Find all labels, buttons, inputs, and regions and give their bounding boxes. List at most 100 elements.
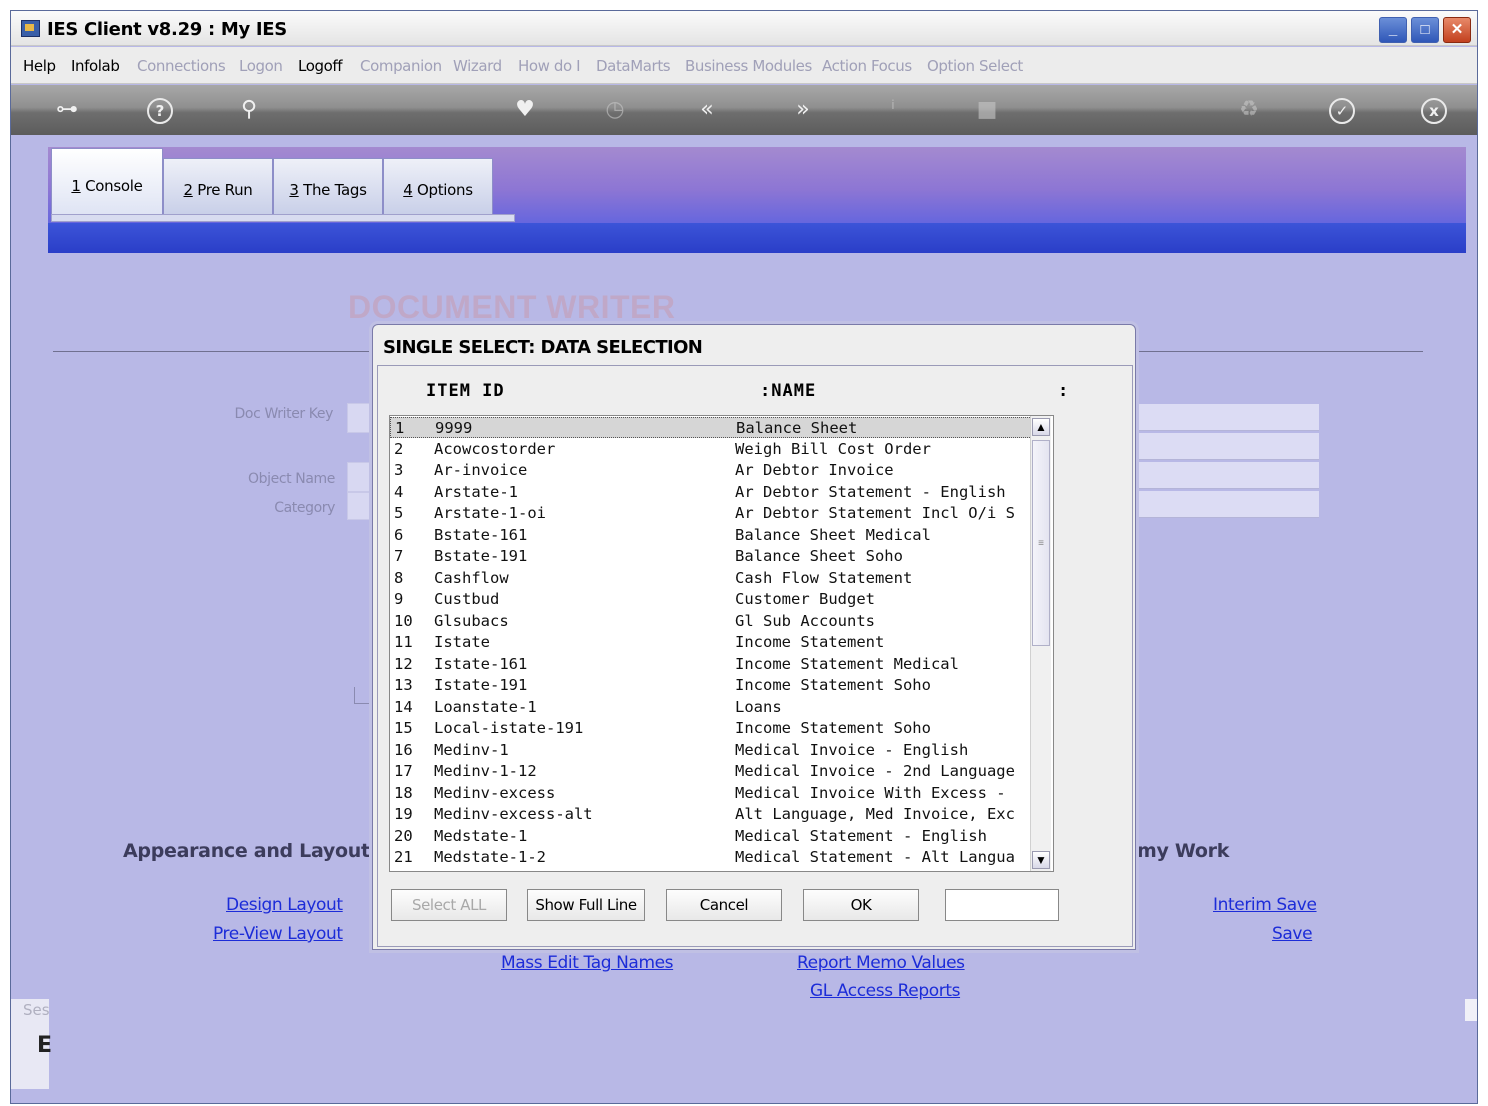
menu-logon[interactable]: Logon [239, 57, 283, 75]
row-item-id: Istate-191 [434, 676, 528, 694]
ok-button[interactable]: OK [803, 889, 919, 921]
list-item[interactable]: 10 Glsubacs Gl Sub Accounts [390, 611, 1048, 632]
tab-the-tags[interactable]: 3 The Tags [273, 158, 383, 216]
heart-icon[interactable]: ♥ [509, 94, 541, 126]
menu-datamarts[interactable]: DataMarts [596, 57, 671, 75]
category-value[interactable] [1135, 491, 1319, 518]
key-icon[interactable]: ⊶ [45, 94, 89, 126]
cancel-button[interactable]: Cancel [666, 889, 782, 921]
row-item-id: Bstate-191 [434, 547, 528, 565]
check-icon[interactable]: ✓ [1329, 98, 1355, 124]
row-name: Ar Debtor Statement Incl O/i S [735, 504, 1015, 522]
close-window-button[interactable]: ✕ [1443, 17, 1471, 43]
list-item[interactable]: 6 Bstate-161 Balance Sheet Medical [390, 525, 1048, 546]
list-item[interactable]: 2 Acowcostorder Weigh Bill Cost Order [390, 439, 1048, 460]
toolbar: ⊶ ? ⚲ ♥ ◷ « » ⁱ ■ ♻ ✓ x [11, 85, 1477, 135]
recycle-icon[interactable]: ♻ [1233, 94, 1265, 126]
row-name: Weigh Bill Cost Order [735, 439, 931, 458]
row-item-id: Bstate-161 [434, 525, 528, 544]
row-item-id: Glsubacs [434, 611, 509, 630]
row-number: 17 [394, 762, 413, 780]
scroll-up-icon[interactable]: ▲ [1032, 418, 1050, 436]
show-full-line-button[interactable]: Show Full Line [527, 889, 645, 921]
rewind-icon[interactable]: « [691, 94, 723, 126]
application-window: IES Client v8.29 : My IES _ □ ✕ Help Inf… [10, 10, 1478, 1104]
help-icon[interactable]: ? [147, 98, 173, 124]
list-item[interactable]: 18 Medinv-excess Medical Invoice With Exce… [390, 783, 1048, 804]
stop-icon[interactable]: ■ [971, 94, 1003, 126]
row-name: Ar Debtor Statement - English [735, 482, 1006, 501]
menu-how-do-i[interactable]: How do I [518, 57, 581, 75]
dialog-body: ITEM ID :NAME : 1 9999 Balance Sheet 2 Acowc… [377, 365, 1133, 947]
interim-save-link[interactable]: Interim Save [1213, 895, 1317, 915]
list-item[interactable]: 7 Bstate-191 Balance Sheet Soho [390, 546, 1048, 567]
save-link[interactable]: Save [1272, 924, 1313, 944]
fast-forward-icon[interactable]: » [787, 94, 819, 126]
design-layout-link[interactable]: Design Layout [226, 895, 343, 915]
list-item[interactable]: 11 Istate Income Statement [390, 632, 1048, 653]
report-memo-values-link[interactable]: Report Memo Values [797, 953, 965, 973]
menu-companion[interactable]: Companion [360, 57, 442, 75]
list-item[interactable]: 8 Cashflow Cash Flow Statement [390, 568, 1048, 589]
list-item[interactable]: 12 Istate-161 Income Statement Medical [390, 654, 1048, 675]
preview-layout-link[interactable]: Pre-View Layout [213, 924, 343, 944]
list-item[interactable]: 21 Medstate-1-2 Medical Statement - Alt La… [390, 847, 1048, 868]
tab-pre-run[interactable]: 2 Pre Run [163, 158, 273, 216]
menu-infolab[interactable]: Infolab [71, 57, 120, 75]
object-name-value[interactable] [1135, 462, 1319, 489]
row-name: Medical Invoice - English [735, 740, 969, 759]
scroll-thumb[interactable]: ≡ [1032, 440, 1050, 646]
clock-icon[interactable]: ◷ [599, 94, 631, 126]
maximize-button[interactable]: □ [1411, 17, 1439, 43]
object-name-field[interactable] [347, 462, 375, 492]
row-name: Cash Flow Statement [735, 568, 913, 587]
list-item[interactable]: 4 Arstate-1 Ar Debtor Statement - English [390, 482, 1048, 503]
session-label: Ses [23, 1001, 50, 1019]
list-item[interactable]: 14 Loanstate-1 Loans [390, 697, 1048, 718]
list-item[interactable]: 13 Istate-191 Income Statement Soho [390, 675, 1048, 696]
menu-business-modules[interactable]: Business Modules [685, 57, 812, 75]
mass-edit-tag-names-link[interactable]: Mass Edit Tag Names [501, 953, 674, 973]
row-name: Medical Statement - English [735, 826, 987, 845]
list-item[interactable]: 16 Medinv-1 Medical Invoice - English [390, 740, 1048, 761]
list-scrollbar[interactable]: ▲ ≡ ▼ [1030, 416, 1051, 871]
select-all-button[interactable]: Select ALL [391, 889, 507, 921]
gl-access-reports-link[interactable]: GL Access Reports [810, 981, 960, 1001]
menu-wizard[interactable]: Wizard [453, 57, 502, 75]
doc-writer-key-value[interactable] [1135, 404, 1319, 431]
menu-help[interactable]: Help [23, 57, 56, 75]
list-item[interactable]: 1 9999 Balance Sheet [390, 417, 1048, 438]
row-item-id: Local-istate-191 [434, 719, 584, 737]
row-name: Loans [735, 697, 782, 716]
menu-action-focus[interactable]: Action Focus [822, 57, 912, 75]
menu-logoff[interactable]: Logoff [298, 57, 343, 75]
row-item-id: Istate-161 [434, 654, 528, 673]
row-number: 11 [394, 633, 413, 651]
close-icon[interactable]: x [1421, 98, 1447, 124]
list-item[interactable]: 19 Medinv-excess-alt Alt Language, Med Inv… [390, 804, 1048, 825]
list-item[interactable]: 20 Medstate-1 Medical Statement - English [390, 826, 1048, 847]
tab-console[interactable]: 1 Console [51, 148, 163, 214]
list-item[interactable]: 5 Arstate-1-oi Ar Debtor Statement Incl O/… [390, 503, 1048, 524]
search-icon[interactable]: ⚲ [233, 94, 265, 126]
category-field[interactable] [347, 492, 375, 520]
row-name: Customer Budget [735, 590, 875, 608]
column-header-end: : [1058, 381, 1070, 401]
tab-options[interactable]: 4 Options [383, 158, 493, 216]
scroll-down-icon[interactable]: ▼ [1032, 851, 1050, 869]
row-number: 21 [394, 848, 413, 866]
selection-list[interactable]: 1 9999 Balance Sheet 2 Acowcostorder Weigh Bi… [389, 415, 1054, 872]
menu-connections[interactable]: Connections [137, 57, 226, 75]
minimize-button[interactable]: _ [1379, 17, 1407, 43]
menu-option-select[interactable]: Option Select [927, 57, 1023, 75]
row-item-id: Medinv-1 [434, 740, 509, 759]
info-icon[interactable]: ⁱ [877, 94, 909, 126]
list-item[interactable]: 9 Custbud Customer Budget [390, 589, 1048, 610]
list-item[interactable]: 15 Local-istate-191 Income Statement Soho [390, 718, 1048, 739]
doc-writer-key-field[interactable] [347, 403, 375, 433]
selection-input[interactable] [945, 889, 1059, 921]
list-item[interactable]: 17 Medinv-1-12 Medical Invoice - 2nd Langu… [390, 761, 1048, 782]
list-item[interactable]: 3 Ar-invoice Ar Debtor Invoice [390, 460, 1048, 481]
doc-writer-key-label: Doc Writer Key [234, 406, 334, 422]
description-value[interactable] [1135, 433, 1319, 460]
